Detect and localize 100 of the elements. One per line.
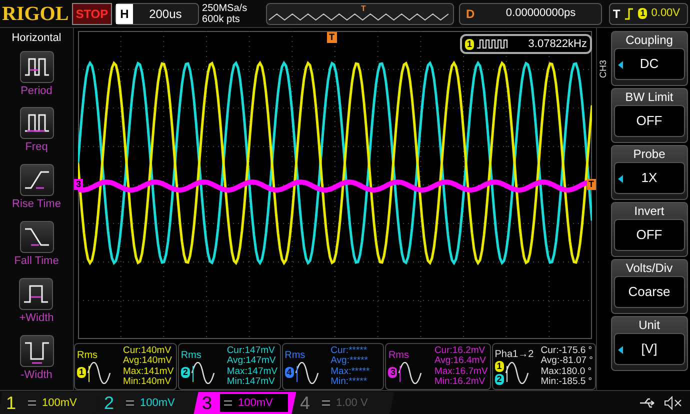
softkey-value: OFF: [636, 112, 662, 130]
softkey-title: Volts/Div: [624, 260, 674, 276]
measure-button[interactable]: [19, 278, 54, 310]
timebase-label: H: [116, 4, 133, 24]
measurement-value: Max:180.0 °: [540, 366, 593, 377]
channel-label: CH3: [597, 58, 609, 78]
source-badge: 2: [494, 374, 504, 384]
measurement-value: Min:*****: [330, 377, 368, 388]
measurement-value: Cur:*****: [330, 346, 368, 356]
measurement-value: Avg:-81.07 °: [540, 356, 593, 366]
pulse-train-icon: [477, 39, 510, 49]
delay-value: 0.00000000ps: [504, 6, 577, 22]
trigger-label: T: [612, 6, 620, 22]
channel-number: 2: [104, 394, 114, 412]
measurement-type: Rms: [180, 350, 202, 362]
menu-softkey[interactable]: Invert OFF: [610, 202, 688, 257]
sine-wave-icon: [398, 362, 422, 384]
softkey-value: 1X: [641, 169, 658, 188]
measurement-value: Avg:16.4mV: [434, 356, 488, 366]
measurement-value: Max:16.7mV: [434, 366, 488, 377]
sine-wave-icon: [190, 362, 215, 384]
measurement-value: Avg:*****: [330, 356, 369, 366]
channel-marker: 3: [74, 179, 84, 190]
channel-tab[interactable]: 1 100mV: [0, 392, 100, 414]
softkey-value: Coarse: [628, 283, 670, 302]
measurement-type: Rms: [284, 350, 306, 362]
sine-wave-icon: [87, 362, 112, 384]
measurement-type: Rms: [77, 350, 99, 362]
dc-coupling-icon: [28, 400, 36, 406]
dc-coupling-icon: [126, 400, 134, 406]
measure-button[interactable]: [20, 221, 54, 254]
trigger-level: 0.00V: [651, 6, 682, 22]
frequency-value: 3.07822kHz: [528, 36, 587, 52]
dc-coupling-icon: [322, 400, 330, 406]
measurement-value: Min:147mV: [226, 377, 276, 388]
channel-tab[interactable]: 4 1.00 V: [292, 392, 394, 414]
measurement-value: Max:147mV: [226, 366, 278, 377]
softkey-title: Coupling: [624, 32, 674, 48]
source-badge: 3: [388, 367, 398, 378]
trigger-position-marker: T: [327, 32, 336, 43]
source-badge: 1: [465, 38, 474, 50]
measure-button[interactable]: [20, 50, 54, 82]
menu-item-label: Rise Time: [12, 197, 61, 212]
measurement-value: Cur:147mV: [226, 346, 276, 356]
measurement-type: Rms: [388, 350, 410, 362]
measurement-type: Pha1→2: [494, 348, 535, 360]
softkey-title: Probe: [632, 146, 666, 162]
rising-edge-icon: [624, 8, 634, 20]
menu-softkey[interactable]: Unit [V]: [610, 316, 688, 371]
left-arrow-icon: [618, 346, 622, 354]
channel-tab[interactable]: 3 100mV: [194, 392, 296, 414]
brand-logo: RIGOL: [2, 4, 69, 24]
timebase-value: 200us: [148, 6, 183, 22]
dc-coupling-icon: [224, 400, 232, 406]
menu-item-label: Fall Time: [14, 254, 59, 270]
sample-rate: 250MSa/s: [202, 2, 248, 14]
channel-scale: 100mV: [238, 395, 273, 410]
menu-title: Horizontal: [12, 31, 62, 46]
softkey-title: BW Limit: [624, 89, 674, 105]
measurement-value: Max:*****: [330, 366, 370, 377]
menu-softkey[interactable]: Volts/Div Coarse: [610, 259, 688, 314]
softkey-title: Invert: [633, 203, 666, 219]
measure-button[interactable]: [20, 335, 54, 368]
softkey-value: [V]: [641, 340, 658, 358]
menu-softkey[interactable]: BW Limit OFF: [610, 88, 688, 143]
menu-item-label: -Width: [20, 368, 52, 384]
channel-scale: 100mV: [42, 395, 77, 410]
trigger-source-badge: 1: [638, 8, 648, 19]
channel-number: 4: [300, 394, 310, 412]
menu-softkey[interactable]: Coupling DC: [610, 31, 688, 86]
measurement-value: Max:141mV: [123, 366, 174, 377]
run-stop-button[interactable]: STOP: [72, 2, 112, 24]
trigger-position-marker: T: [360, 4, 366, 12]
softkey-value: OFF: [636, 226, 662, 244]
menu-item-label: +Width: [19, 311, 54, 326]
measurement-value: Avg:140mV: [123, 356, 173, 366]
measurement-value: Min:140mV: [123, 377, 172, 388]
measurement-value: Cur:16.2mV: [434, 346, 486, 356]
measurement-value: Cur:140mV: [123, 346, 172, 356]
trigger-level-marker: T: [586, 179, 596, 190]
menu-softkey[interactable]: Probe 1X: [610, 145, 688, 200]
menu-item-label: Period: [20, 84, 52, 98]
usb-icon: [640, 398, 656, 408]
measure-button[interactable]: [20, 164, 54, 196]
source-badge: 1: [494, 360, 504, 372]
measurement-value: Min:16.2mV: [434, 377, 486, 388]
source-badge: 2: [180, 367, 190, 378]
delay-label: D: [464, 6, 476, 22]
source-badge: 1: [77, 367, 86, 378]
channel-number: 3: [202, 394, 212, 412]
softkey-value: DC: [640, 55, 659, 74]
channel-tab[interactable]: 2 100mV: [96, 392, 198, 414]
source-badge: 4: [284, 367, 294, 378]
measurement-value: Min:-185.5 °: [540, 377, 593, 388]
channel-scale: 1.00 V: [336, 395, 368, 410]
channel-number: 1: [6, 394, 16, 412]
measurement-value: Cur:-175.6 °: [540, 346, 593, 356]
measure-button[interactable]: [20, 107, 54, 140]
left-arrow-icon: [618, 61, 622, 69]
memory-depth: 600k pts: [202, 14, 241, 24]
